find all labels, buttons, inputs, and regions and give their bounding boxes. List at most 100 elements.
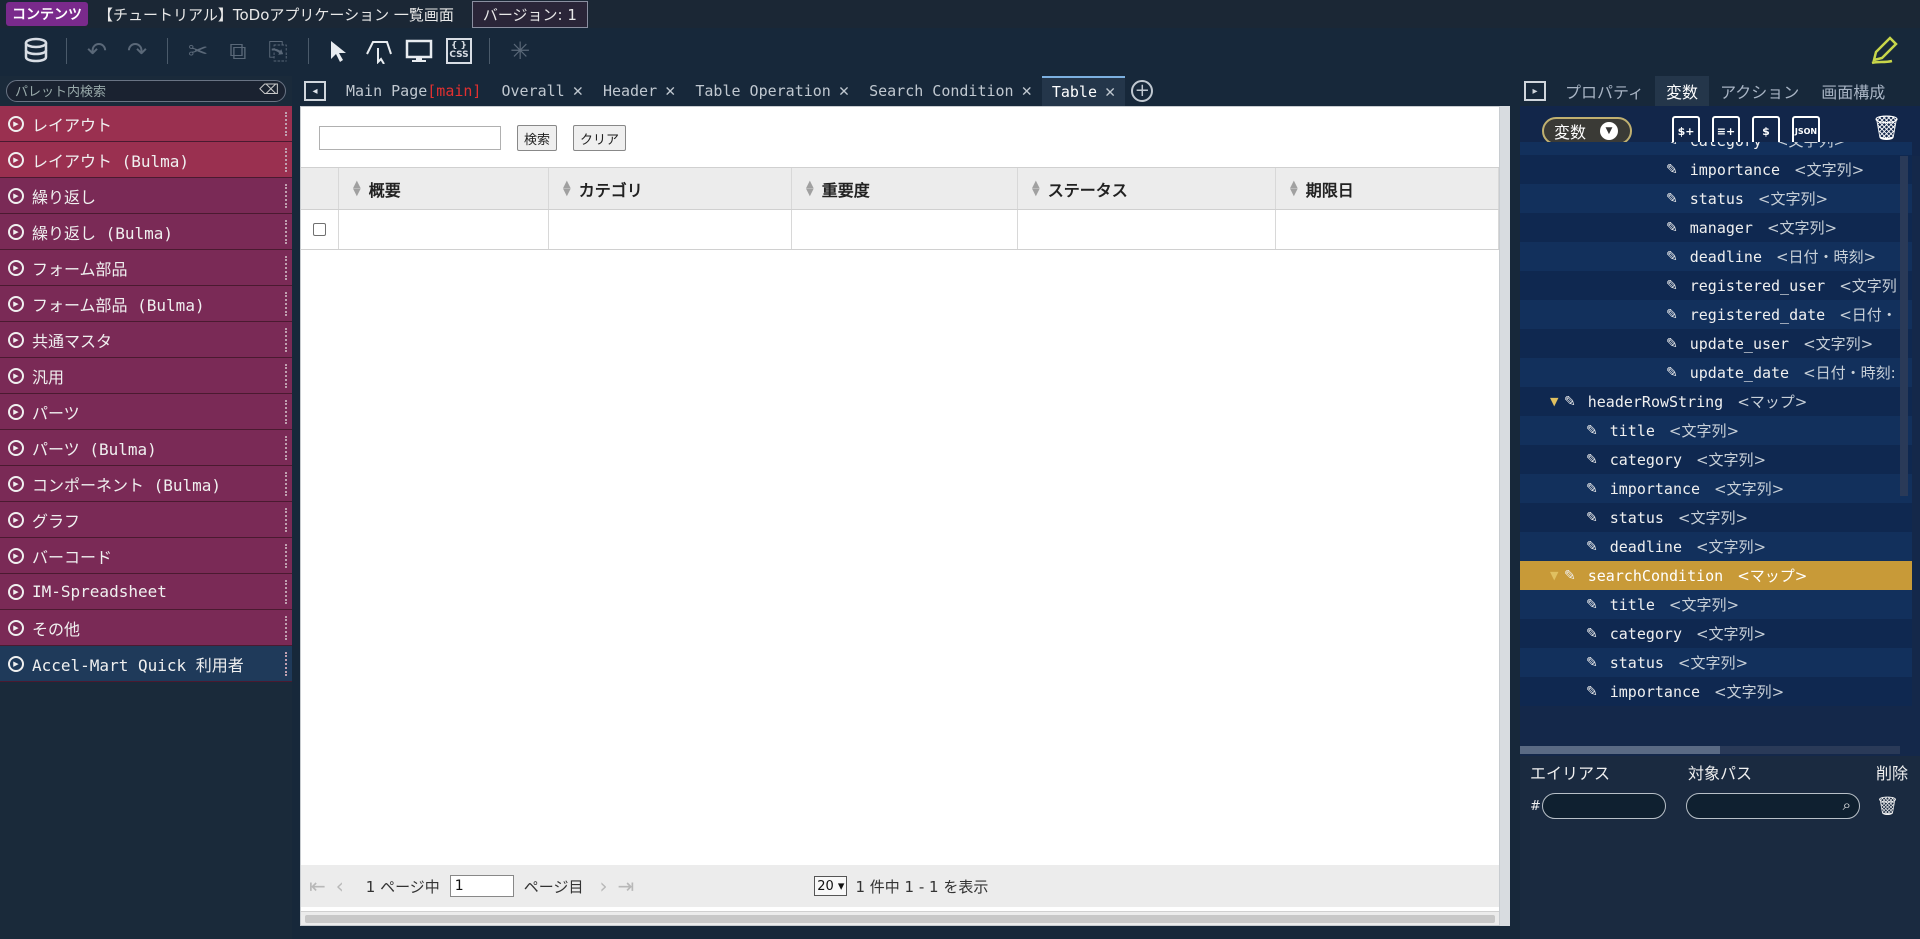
palette-item[interactable]: ▶ その他: [0, 610, 292, 646]
row-checkbox[interactable]: [313, 223, 326, 236]
pencil-icon[interactable]: ✎: [1564, 568, 1576, 584]
drag-handle[interactable]: [285, 220, 288, 244]
variable-tree-item[interactable]: ✎ manager <文字列>: [1520, 213, 1912, 242]
variable-tree-item[interactable]: ✎ registered_date <日付・: [1520, 300, 1912, 329]
pencil-icon[interactable]: ✎: [1666, 220, 1678, 236]
preview-icon[interactable]: [399, 33, 439, 69]
expand-arrow-icon[interactable]: ▼: [1550, 395, 1564, 408]
css-icon[interactable]: { } CSS: [439, 33, 479, 69]
variable-tree-item[interactable]: ▼ ✎ searchCondition <マップ>: [1520, 561, 1912, 590]
palette-item[interactable]: ▶ フォーム部品 (Bulma): [0, 286, 292, 322]
drag-handle[interactable]: [285, 184, 288, 208]
search-icon[interactable]: ⌕: [1843, 796, 1851, 814]
version-label[interactable]: バージョン: 1: [471, 0, 588, 28]
copy-icon[interactable]: ⧉: [218, 33, 258, 69]
palette-item[interactable]: ▶ コンポーネント (Bulma): [0, 466, 292, 502]
close-icon[interactable]: ✕: [839, 81, 849, 101]
collapse-right-panel-icon[interactable]: ▸: [1524, 81, 1546, 101]
sort-icon[interactable]: ▲ ▼: [563, 179, 571, 197]
sort-icon[interactable]: ▲ ▼: [1032, 179, 1040, 197]
trash-icon[interactable]: 🗑: [1872, 114, 1902, 142]
palette-item[interactable]: ▶ レイアウト: [0, 106, 292, 142]
pencil-icon[interactable]: ✎: [1666, 307, 1678, 323]
table-cell[interactable]: [549, 210, 792, 249]
clear-button[interactable]: クリア: [573, 125, 627, 151]
table-cell[interactable]: [339, 210, 549, 249]
drag-handle[interactable]: [285, 364, 288, 388]
drag-handle[interactable]: [285, 256, 288, 280]
add-tab-icon[interactable]: +: [1131, 80, 1154, 102]
palette-item[interactable]: ▶ レイアウト (Bulma): [0, 142, 292, 178]
pencil-icon[interactable]: ✎: [1564, 394, 1576, 410]
collapse-left-panel-icon[interactable]: ◂: [304, 81, 326, 101]
palette-item[interactable]: ▶ 繰り返し: [0, 178, 292, 214]
canvas-vertical-scrollbar[interactable]: [1500, 106, 1510, 926]
drag-handle[interactable]: [285, 400, 288, 424]
right-panel-tab[interactable]: 画面構成: [1810, 76, 1896, 106]
pencil-icon[interactable]: ✎: [1666, 278, 1678, 294]
editor-tab[interactable]: Header ✕: [593, 76, 685, 106]
search-button[interactable]: 検索: [517, 125, 558, 151]
right-panel-tab[interactable]: アクション: [1709, 76, 1810, 106]
close-icon[interactable]: ✕: [1022, 81, 1032, 101]
variable-tree-item[interactable]: ✎ update_date <日付・時刻:: [1520, 358, 1912, 387]
page-number-input[interactable]: 1: [449, 875, 514, 897]
sort-icon[interactable]: ▲ ▼: [1290, 179, 1298, 197]
pencil-icon[interactable]: ✎: [1666, 365, 1678, 381]
drag-handle[interactable]: [285, 580, 288, 604]
variable-tree-item[interactable]: ✎ status <文字列>: [1520, 648, 1912, 677]
palette-search-input[interactable]: パレット内検索 ⌫: [6, 80, 286, 102]
variable-tree-item[interactable]: ✎ category <文字列>: [1520, 142, 1912, 155]
pencil-icon[interactable]: ✎: [1666, 249, 1678, 265]
variable-tree-item[interactable]: ✎ category <文字列>: [1520, 619, 1912, 648]
pencil-icon[interactable]: ✎: [1586, 655, 1598, 671]
last-page-icon[interactable]: ⇥: [617, 874, 634, 898]
palette-item[interactable]: ▶ フォーム部品: [0, 250, 292, 286]
palette-item[interactable]: ▶ グラフ: [0, 502, 292, 538]
variable-tree-item[interactable]: ✎ title <文字列>: [1520, 590, 1912, 619]
variable-tree-item[interactable]: ✎ deadline <日付・時刻>: [1520, 242, 1912, 271]
table-cell[interactable]: [1276, 210, 1499, 249]
pencil-icon[interactable]: ✎: [1586, 626, 1598, 642]
pencil-icon[interactable]: ✎: [1586, 539, 1598, 555]
redo-icon[interactable]: ↷: [117, 33, 157, 69]
variable-tree-item[interactable]: ✎ registered_user <文字列: [1520, 271, 1912, 300]
pencil-icon[interactable]: ✎: [1666, 142, 1678, 149]
undo-icon[interactable]: ↶: [77, 33, 117, 69]
eraser-icon[interactable]: ⌫: [259, 82, 279, 98]
palette-item[interactable]: ▶ 繰り返し (Bulma): [0, 214, 292, 250]
pencil-icon[interactable]: ✎: [1586, 597, 1598, 613]
variable-tree-item[interactable]: ✎ title <文字列>: [1520, 416, 1912, 445]
palette-item[interactable]: ▶ 汎用: [0, 358, 292, 394]
cut-icon[interactable]: ✂: [178, 33, 218, 69]
pencil-icon[interactable]: ✎: [1666, 336, 1678, 352]
variable-type-select[interactable]: 変数 ▼: [1542, 117, 1632, 145]
palette-item[interactable]: ▶ バーコード: [0, 538, 292, 574]
drag-icon[interactable]: [359, 33, 399, 69]
drag-handle[interactable]: [285, 472, 288, 496]
scrollbar-thumb[interactable]: [305, 915, 1495, 923]
variable-tree-item[interactable]: ✎ importance <文字列>: [1520, 474, 1912, 503]
close-icon[interactable]: ✕: [1105, 82, 1115, 102]
palette-item[interactable]: ▶ パーツ (Bulma): [0, 430, 292, 466]
variable-tree-item[interactable]: ✎ deadline <文字列>: [1520, 532, 1912, 561]
column-header[interactable]: ▲ ▼ ステータス: [1018, 168, 1276, 209]
pencil-icon[interactable]: ✎: [1586, 481, 1598, 497]
palette-item[interactable]: ▶ IM-Spreadsheet: [0, 574, 292, 610]
variable-tree-item[interactable]: ✎ status <文字列>: [1520, 184, 1912, 213]
paste-icon[interactable]: ⎘: [258, 33, 298, 69]
tree-vertical-scrollbar[interactable]: [1900, 156, 1908, 496]
expand-arrow-icon[interactable]: ▼: [1550, 569, 1564, 582]
editor-tab[interactable]: Table ✕: [1041, 76, 1126, 106]
pencil-icon[interactable]: ✎: [1666, 191, 1678, 207]
close-icon[interactable]: ✕: [665, 81, 675, 101]
sort-icon[interactable]: ▲ ▼: [353, 179, 361, 197]
column-header[interactable]: ▲ ▼ 重要度: [792, 168, 1018, 209]
pencil-icon[interactable]: ✎: [1666, 162, 1678, 178]
close-icon[interactable]: ✕: [573, 81, 583, 101]
variable-tree-item[interactable]: ✎ update_user <文字列>: [1520, 329, 1912, 358]
database-icon[interactable]: [16, 33, 56, 69]
table-cell[interactable]: [792, 210, 1018, 249]
drag-handle[interactable]: [285, 112, 288, 136]
page-size-select[interactable]: 20 ▾: [814, 876, 848, 896]
